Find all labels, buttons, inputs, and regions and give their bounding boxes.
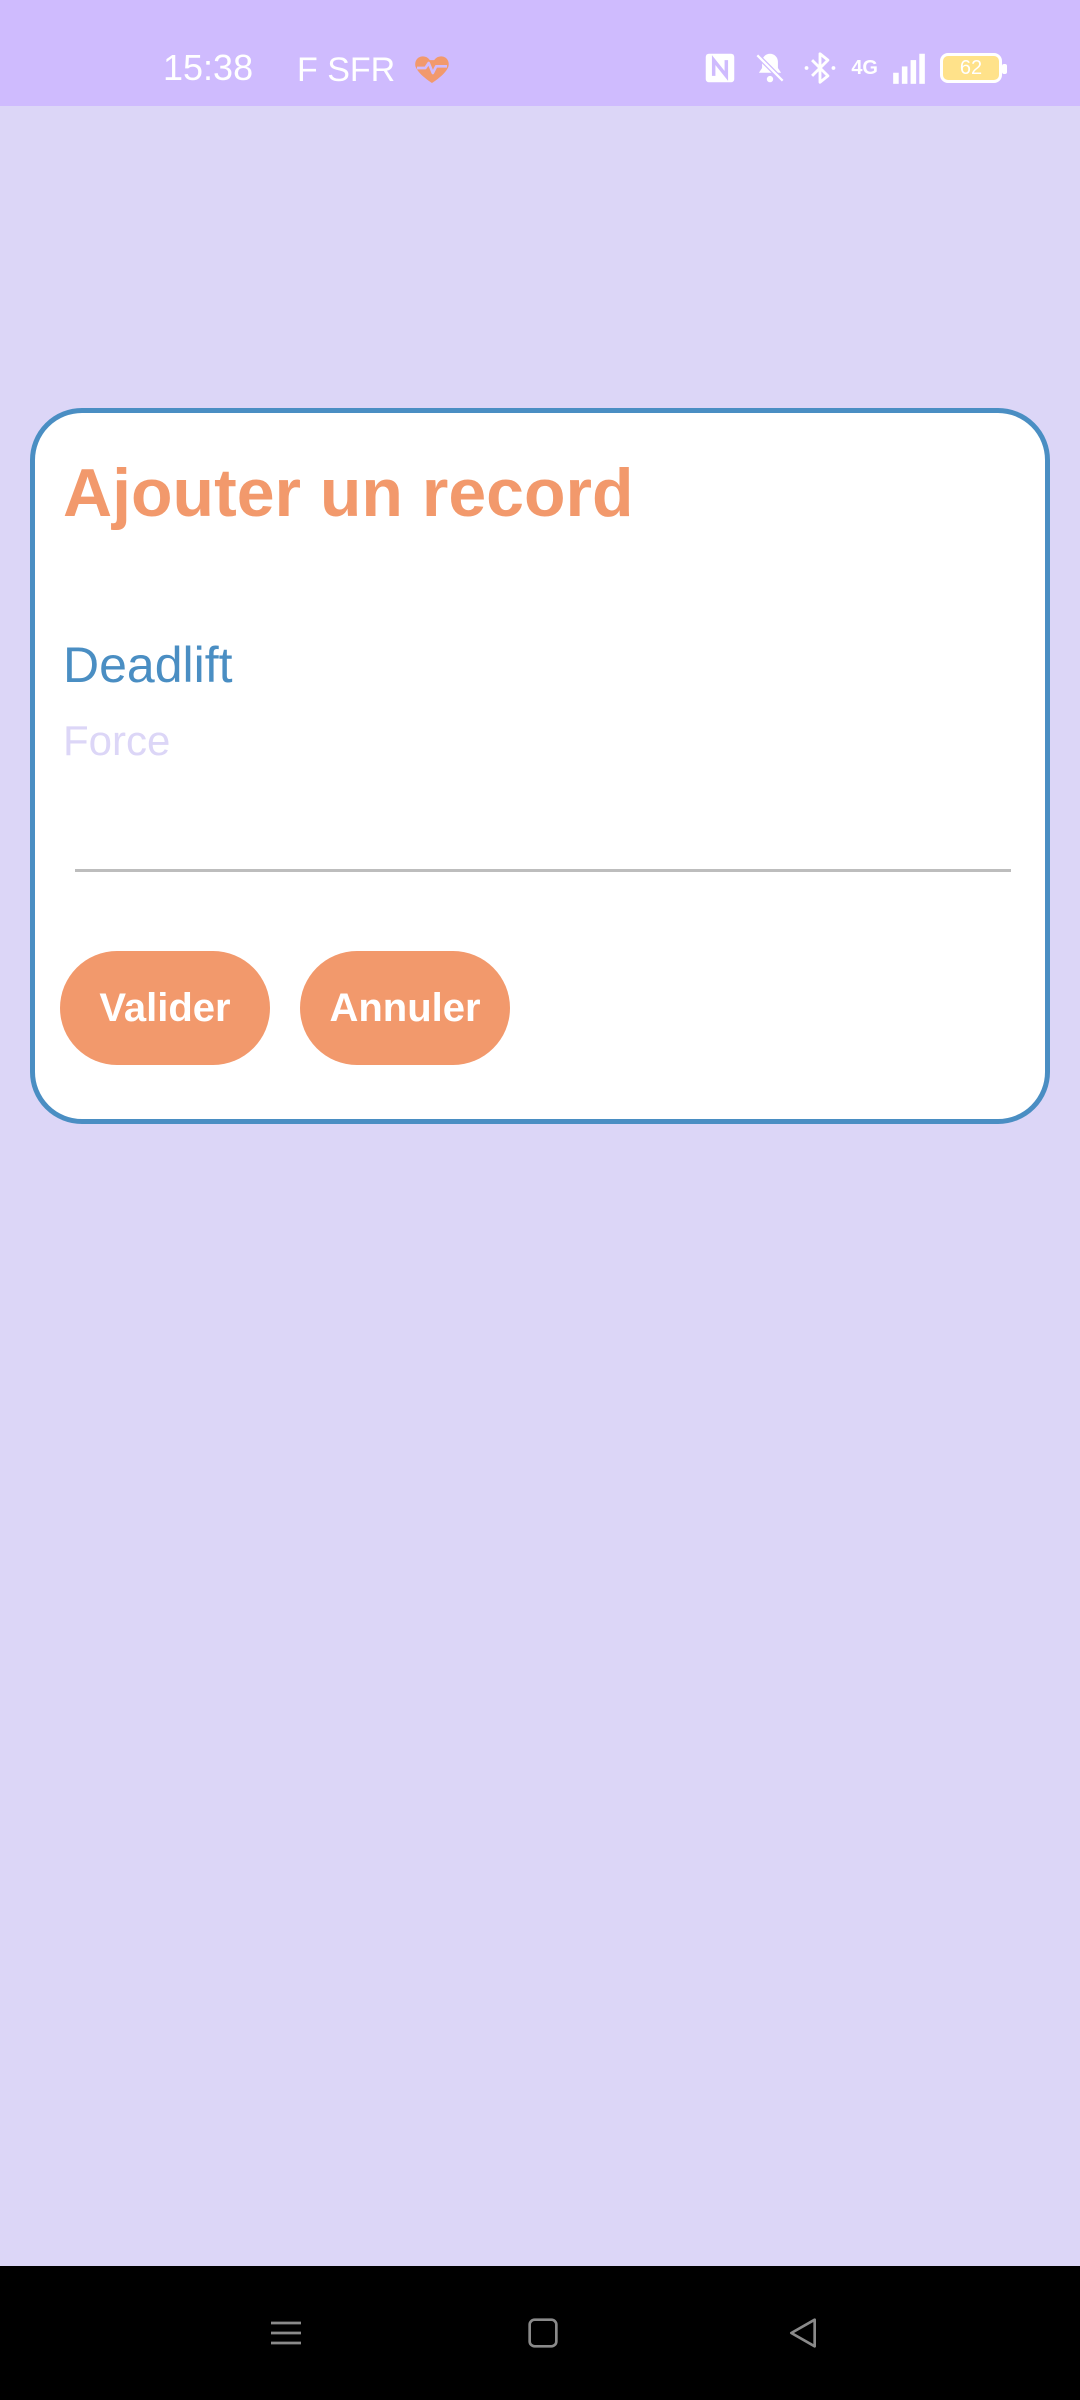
add-record-dialog: Ajouter un record Deadlift Valider Annul… — [30, 408, 1050, 1124]
status-carrier: F SFR — [297, 51, 396, 89]
nfc-icon — [706, 53, 735, 83]
force-input[interactable] — [63, 701, 1003, 781]
back-icon — [790, 2318, 816, 2348]
menu-icon — [271, 2321, 301, 2345]
dialog-title: Ajouter un record — [63, 455, 634, 531]
signal-icon — [893, 53, 925, 84]
nav-home-button[interactable] — [508, 2298, 578, 2368]
navigation-bar — [0, 2266, 1080, 2400]
cancel-button[interactable]: Annuler — [300, 951, 510, 1065]
nav-back-button[interactable] — [768, 2298, 838, 2368]
heart-pulse-icon — [415, 56, 449, 83]
status-time: 15:38 — [163, 47, 254, 88]
battery-level: 62 — [959, 57, 983, 79]
status-icons: 4G 62 — [701, 46, 1007, 90]
nav-menu-button[interactable] — [251, 2298, 321, 2368]
home-icon — [528, 2318, 558, 2348]
bluetooth-icon — [804, 52, 836, 84]
input-underline — [75, 869, 1011, 872]
force-field — [63, 701, 1011, 872]
validate-button[interactable]: Valider — [60, 951, 270, 1065]
status-bar: 15:38 F SFR 4G 62 — [0, 0, 1080, 106]
network-type-label: 4G — [851, 57, 878, 79]
bell-off-icon — [755, 53, 785, 83]
exercise-name: Deadlift — [63, 637, 233, 693]
battery-icon: 62 — [940, 53, 1007, 83]
